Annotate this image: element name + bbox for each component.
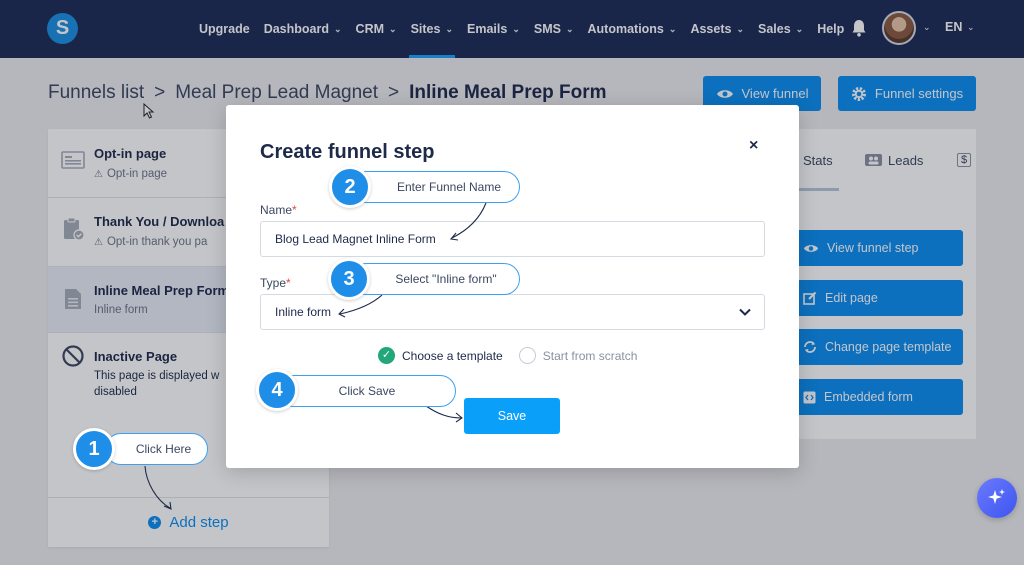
callout-1-text: Click Here bbox=[135, 442, 192, 456]
radio-empty-icon[interactable] bbox=[518, 347, 536, 364]
name-label-text: Name bbox=[260, 203, 293, 217]
callout-2-pill: Enter Funnel Name bbox=[350, 171, 520, 203]
callout-3-text: Select "Inline form" bbox=[395, 272, 497, 286]
required-mark: * bbox=[292, 203, 297, 217]
type-select-value: Inline form bbox=[275, 305, 332, 319]
chevron-down-icon bbox=[739, 308, 751, 316]
type-label-text: Type bbox=[260, 276, 287, 290]
name-input[interactable]: Blog Lead Magnet Inline Form bbox=[260, 221, 765, 257]
type-select[interactable]: Inline form bbox=[260, 294, 765, 330]
sparkle-icon bbox=[988, 489, 1005, 504]
start-from-scratch-option[interactable]: Start from scratch bbox=[543, 349, 638, 363]
name-input-value: Blog Lead Magnet Inline Form bbox=[275, 232, 436, 246]
check-circle-icon[interactable]: ✓ bbox=[378, 347, 395, 364]
modal-title: Create funnel step bbox=[260, 141, 435, 163]
callout-2-badge: 2 bbox=[329, 166, 371, 208]
callout-1-badge: 1 bbox=[73, 428, 115, 470]
callout-2-text: Enter Funnel Name bbox=[396, 180, 502, 194]
required-mark: * bbox=[286, 276, 291, 290]
close-icon[interactable]: × bbox=[749, 137, 758, 155]
choose-template-option[interactable]: Choose a template bbox=[402, 349, 503, 363]
callout-4-badge: 4 bbox=[256, 369, 298, 411]
name-field-label: Name* bbox=[260, 203, 297, 217]
callout-4-text: Click Save bbox=[338, 384, 396, 398]
ai-assistant-button[interactable] bbox=[977, 478, 1017, 518]
callout-3-pill: Select "Inline form" bbox=[350, 263, 520, 295]
type-field-label: Type* bbox=[260, 276, 291, 290]
save-button[interactable]: Save bbox=[464, 398, 560, 434]
template-options: ✓ Choose a template Start from scratch bbox=[378, 347, 637, 364]
callout-1-pill: Click Here bbox=[105, 433, 208, 465]
callout-4-pill: Click Save bbox=[278, 375, 456, 407]
callout-3-badge: 3 bbox=[328, 258, 370, 300]
